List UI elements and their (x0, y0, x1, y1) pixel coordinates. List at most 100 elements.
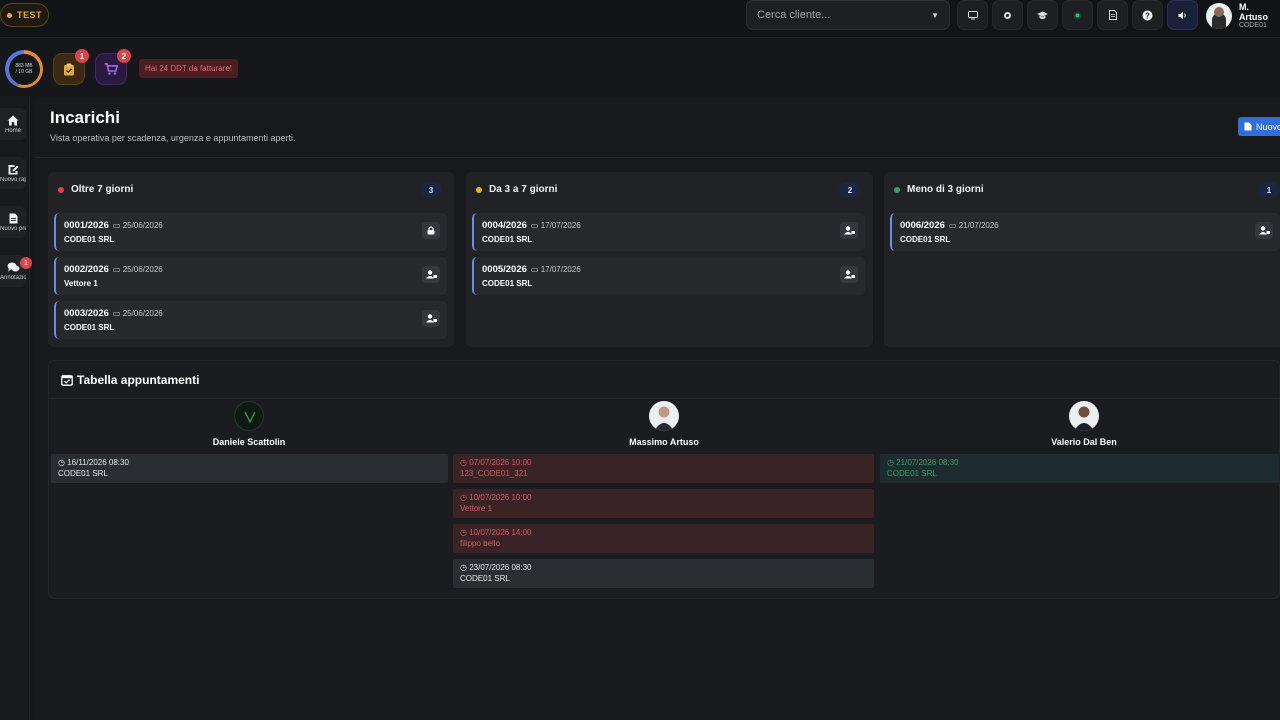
appointments-title: Tabella appuntamenti (77, 373, 200, 387)
user-assign-icon[interactable] (422, 266, 440, 283)
task-card[interactable]: 0006/2026 ▭ 21/07/2026 CODE01 SRL (890, 213, 1280, 251)
person-massimo-artuso: Massimo Artuso (564, 401, 764, 447)
column-count: 2 (839, 182, 861, 198)
storage-usage-ring[interactable]: 883 MB / 10 GB (5, 50, 43, 88)
sidebar-item-nuovo-preventivo[interactable]: Nuovo pre... (0, 206, 26, 238)
sidebar-item-nuovo-rapportino[interactable]: Nuovo rap... (0, 157, 26, 189)
user-assign-icon[interactable] (840, 266, 858, 283)
avatar (1206, 2, 1232, 29)
edit-icon (8, 164, 18, 174)
user-assign-icon[interactable] (422, 310, 440, 327)
tasks-button[interactable]: 1 (53, 49, 89, 85)
clock-icon: ◷ (58, 458, 65, 467)
file-plus-icon (1244, 122, 1252, 131)
monitor-icon[interactable] (957, 0, 988, 30)
calendar-icon: ▭ (948, 221, 957, 230)
annotations-badge: 1 (20, 257, 32, 269)
new-task-button[interactable]: Nuovo (1238, 117, 1280, 136)
task-card[interactable]: 0003/2026 ▭ 25/06/2026 CODE01 SRL (54, 301, 447, 339)
person-name: Daniele Scattolin (212, 437, 286, 447)
environment-badge[interactable]: TEST (0, 3, 49, 27)
column-title: Oltre 7 giorni (71, 184, 134, 195)
calendar-icon: ▭ (530, 221, 539, 230)
column-meno-di-3-giorni: Meno di 3 giorni 1 0006/2026 ▭ 21/07/2026… (884, 172, 1280, 347)
svg-text:?: ? (1145, 11, 1150, 20)
clock-icon: ◷ (887, 458, 894, 467)
person-name: Valerio Dal Ben (1051, 437, 1117, 447)
task-number: 0004/2026 (482, 220, 527, 231)
status-dot-icon (6, 12, 12, 18)
appointment-time: 10/07/2026 14:00 (469, 528, 532, 537)
cart-button[interactable]: 2 (95, 49, 131, 85)
calendar-icon: ▭ (112, 265, 121, 274)
task-card[interactable]: 0005/2026 ▭ 17/07/2026 CODE01 SRL (472, 257, 865, 295)
circle-icon[interactable] (992, 0, 1023, 30)
task-card[interactable]: 0002/2026 ▭ 25/06/2026 Vettore 1 (54, 257, 447, 295)
sidebar-item-annotazioni[interactable]: Annotazio... 1 (0, 255, 32, 287)
avatar (1069, 401, 1099, 431)
urgency-dot-icon (58, 186, 64, 193)
task-card[interactable]: 0001/2026 ▭ 25/06/2026 CODE01 SRL (54, 213, 447, 251)
appointment-item[interactable]: ◷ 21/07/2026 08:30 CODE01 SRL (880, 454, 1279, 483)
task-client: Vettore 1 (64, 279, 98, 288)
clock-icon: ◷ (460, 493, 467, 502)
customer-search-select[interactable]: Cerca cliente... ▼ (746, 0, 950, 30)
appointment-time: 23/07/2026 08:30 (469, 563, 532, 572)
clipboard-icon (64, 63, 74, 75)
task-card[interactable]: 0004/2026 ▭ 17/07/2026 CODE01 SRL (472, 213, 865, 251)
appointment-item[interactable]: ◷ 16/11/2026 08:30 CODE01 SRL (51, 454, 448, 483)
page-title: Incarichi (50, 108, 120, 127)
user-menu[interactable]: M. Artuso CODE01 (1206, 2, 1280, 29)
task-number: 0005/2026 (482, 264, 527, 275)
file-icon (9, 213, 17, 223)
user-name: M. Artuso (1238, 2, 1268, 22)
task-date: 25/06/2026 (122, 221, 163, 230)
appointment-item[interactable]: ◷ 10/07/2026 10:00 Vettore 1 (453, 489, 874, 518)
calendar-check-icon (61, 375, 73, 386)
appointments-table: Tabella appuntamenti Daniele Scattolin M… (48, 360, 1280, 599)
sidebar-item-label: Nuovo rap... (0, 176, 26, 183)
sidebar-item-label: Home (4, 127, 21, 134)
column-count: 3 (420, 182, 442, 198)
appointment-client: CODE01 SRL (58, 469, 108, 478)
task-client: CODE01 SRL (482, 235, 533, 244)
chat-icon (7, 262, 19, 271)
avatar (649, 401, 679, 431)
task-number: 0006/2026 (900, 220, 945, 231)
appointment-client: CODE01 SRL (887, 469, 937, 478)
urgency-dot-icon (894, 186, 900, 193)
search-placeholder: Cerca cliente... (757, 9, 831, 21)
graduation-icon[interactable] (1027, 0, 1058, 30)
appointment-time: 10/07/2026 10:00 (469, 493, 532, 502)
appointment-item[interactable]: ◷ 23/07/2026 08:30 CODE01 SRL (453, 559, 874, 588)
tasks-badge: 1 (75, 49, 89, 63)
avatar (234, 401, 264, 431)
clock-icon: ◷ (460, 528, 467, 537)
column-title: Da 3 a 7 giorni (489, 184, 558, 195)
appointment-time: 21/07/2026 08:30 (896, 458, 959, 467)
task-client: CODE01 SRL (900, 235, 951, 244)
person-daniele-scattolin: Daniele Scattolin (149, 401, 349, 447)
user-company: CODE01 (1238, 22, 1267, 29)
appointment-client: CODE01 SRL (460, 574, 510, 583)
status-icon[interactable] (1062, 0, 1093, 30)
lock-icon[interactable] (422, 222, 440, 239)
calendar-icon: ▭ (112, 221, 121, 230)
calendar-icon: ▭ (530, 265, 539, 274)
clock-icon: ◷ (460, 458, 467, 467)
divider (49, 398, 1280, 399)
user-assign-icon[interactable] (840, 222, 858, 239)
clock-icon: ◷ (460, 563, 467, 572)
user-assign-icon[interactable] (1255, 222, 1273, 239)
sidebar-item-home[interactable]: Home (0, 108, 26, 140)
help-icon[interactable]: ? (1132, 0, 1163, 30)
ddt-alert[interactable]: Hai 24 DDT da fatturare! (139, 59, 239, 78)
appointment-item[interactable]: ◷ 07/07/2026 10:00 123_CODE01_321 (453, 454, 874, 483)
task-number: 0003/2026 (64, 308, 109, 319)
document-icon[interactable] (1097, 0, 1128, 30)
volume-icon[interactable] (1167, 0, 1198, 30)
appointment-time: 07/07/2026 10:00 (469, 458, 532, 467)
appointment-item[interactable]: ◷ 10/07/2026 14:00 filippo bello (453, 524, 874, 553)
task-number: 0002/2026 (64, 264, 109, 275)
sidebar-item-label: Annotazio... (0, 274, 26, 281)
